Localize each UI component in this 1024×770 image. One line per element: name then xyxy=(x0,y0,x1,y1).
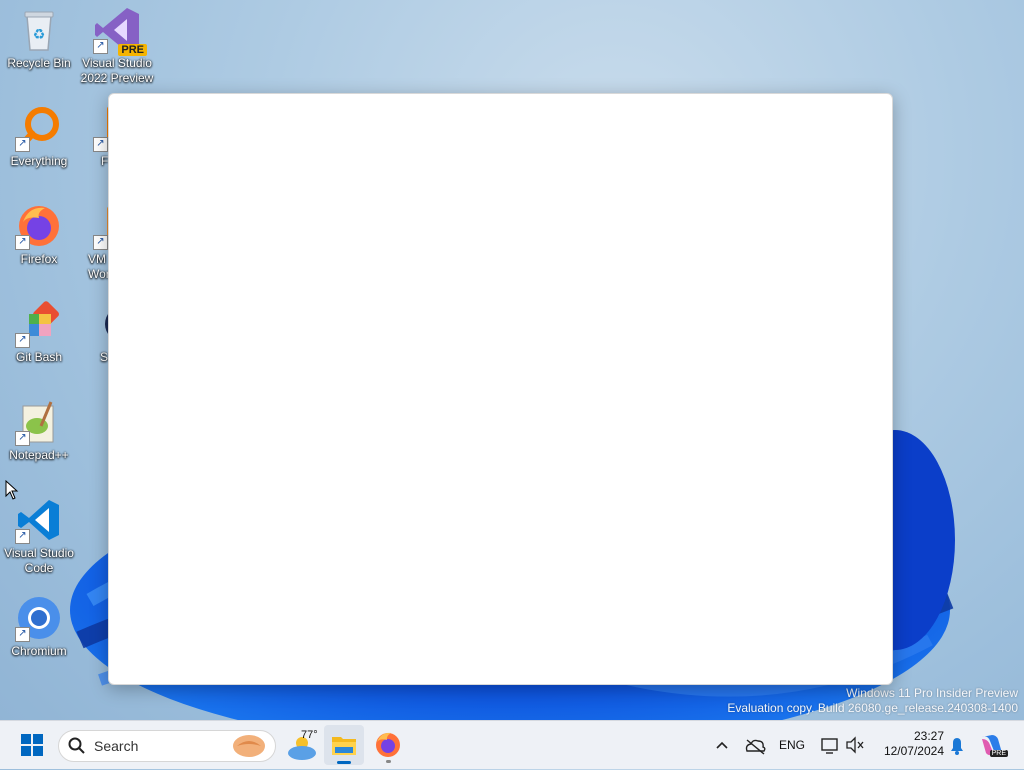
desktop-icon-label: Recycle Bin xyxy=(7,56,71,70)
desktop-icon-notepad-plus-plus[interactable]: ↗ Notepad++ xyxy=(0,398,78,463)
file-explorer-taskbar-button[interactable] xyxy=(324,725,364,765)
chevron-up-icon xyxy=(716,741,728,749)
copilot-preview-badge: PRE xyxy=(989,750,1008,757)
svg-text:♻: ♻ xyxy=(33,27,46,43)
search-highlight-shell-icon xyxy=(233,735,265,757)
desktop-icon-recycle-bin[interactable]: ♻ Recycle Bin xyxy=(0,6,78,71)
vscode-icon: ↗ xyxy=(15,496,63,544)
weather-widget[interactable]: 77° xyxy=(284,725,324,765)
file-explorer-icon xyxy=(332,737,356,755)
watermark-line-1: Windows 11 Pro Insider Preview xyxy=(846,686,1018,700)
desktop-icon-label: Notepad++ xyxy=(9,448,69,462)
desktop-icon-label: Visual Studio Code xyxy=(4,546,74,575)
desktop-icon-chromium[interactable]: ↗ Chromium xyxy=(0,594,78,659)
desktop-icon-label: Git Bash xyxy=(15,350,63,364)
volume-muted-icon xyxy=(846,736,864,754)
clock[interactable]: 23:27 12/07/2024 xyxy=(872,729,944,758)
blank-app-window[interactable] xyxy=(108,93,893,685)
network-tray-button[interactable] xyxy=(818,725,842,765)
notifications-button[interactable] xyxy=(946,725,968,765)
windows-start-icon xyxy=(21,734,43,756)
shortcut-arrow-icon: ↗ xyxy=(15,627,30,642)
desktop-icon-vscode[interactable]: ↗ Visual Studio Code xyxy=(0,496,78,576)
desktop-icon-label: Everything xyxy=(10,154,68,168)
active-indicator xyxy=(337,761,351,764)
shortcut-arrow-icon: ↗ xyxy=(15,333,30,348)
firefox-taskbar-button[interactable] xyxy=(368,725,408,765)
show-hidden-icons-button[interactable] xyxy=(710,725,734,765)
running-indicator xyxy=(386,760,391,763)
desktop-icon-git-bash[interactable]: ↗ Git Bash xyxy=(0,300,78,365)
shortcut-arrow-icon: ↗ xyxy=(15,235,30,250)
bell-icon xyxy=(951,738,963,755)
desktop-icon-label: Visual Studio 2022 Preview xyxy=(80,56,154,85)
cloud-offline-icon xyxy=(745,739,766,755)
chromium-icon: ↗ xyxy=(15,594,63,642)
desktop-icon-firefox[interactable]: ↗ Firefox xyxy=(0,202,78,267)
everything-magnifier-icon: ↗ xyxy=(15,104,63,152)
search-icon xyxy=(68,737,85,754)
onedrive-tray-button[interactable] xyxy=(742,725,768,765)
volume-tray-button[interactable] xyxy=(844,725,866,765)
shortcut-arrow-icon: ↗ xyxy=(93,235,108,250)
desktop-icon-label: Firefox xyxy=(20,252,58,266)
search-box[interactable]: Search xyxy=(58,730,276,762)
recycle-bin-icon: ♻ xyxy=(15,6,63,54)
shortcut-arrow-icon: ↗ xyxy=(93,39,108,54)
shortcut-arrow-icon: ↗ xyxy=(15,529,30,544)
mouse-cursor-icon xyxy=(5,480,19,500)
desktop-icon-label: Chromium xyxy=(11,644,67,658)
language-indicator[interactable]: ENG xyxy=(779,738,805,752)
preview-badge: PRE xyxy=(118,44,147,56)
clock-time: 23:27 xyxy=(913,729,944,743)
network-icon xyxy=(821,738,838,754)
copilot-icon xyxy=(982,735,1002,756)
shortcut-arrow-icon: ↗ xyxy=(15,431,30,446)
visual-studio-icon: ↗ PRE xyxy=(93,6,147,56)
taskbar: Search 77° ENG 23:27 12/07/2024 PRE xyxy=(0,720,1024,769)
git-bash-icon: ↗ xyxy=(15,300,63,348)
weather-temperature: 77° xyxy=(301,729,318,741)
start-button[interactable] xyxy=(12,725,52,765)
windows-watermark: Windows 11 Pro Insider Preview Evaluatio… xyxy=(727,686,1018,716)
watermark-line-2: Evaluation copy. Build 26080.ge_release.… xyxy=(727,701,1018,715)
desktop-icon-everything[interactable]: ↗ Everything xyxy=(0,104,78,169)
copilot-button[interactable]: PRE xyxy=(974,725,1010,765)
desktop-icon-visual-studio-2022-preview[interactable]: ↗ PRE Visual Studio 2022 Preview xyxy=(78,6,156,86)
firefox-icon xyxy=(376,732,400,757)
notepad-plus-plus-icon: ↗ xyxy=(15,398,63,446)
search-placeholder: Search xyxy=(94,738,139,754)
clock-date: 12/07/2024 xyxy=(883,744,944,758)
shortcut-arrow-icon: ↗ xyxy=(15,137,30,152)
shortcut-arrow-icon: ↗ xyxy=(93,137,108,152)
firefox-icon: ↗ xyxy=(15,202,63,250)
